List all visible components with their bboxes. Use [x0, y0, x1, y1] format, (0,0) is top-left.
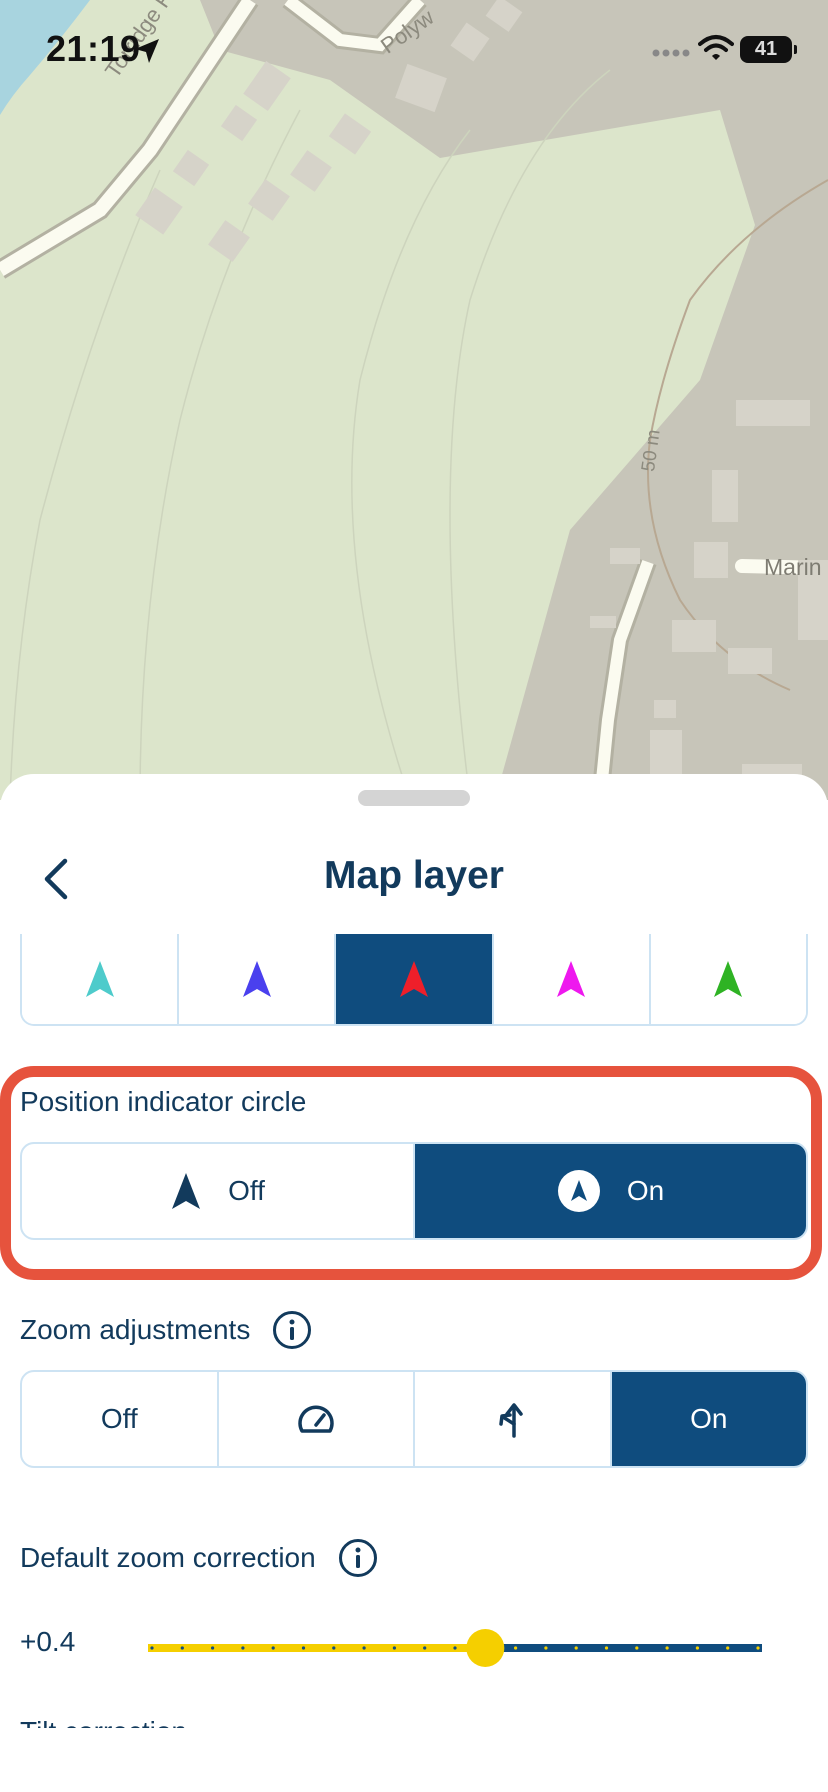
position-indicator-label-text: Position indicator circle	[20, 1086, 307, 1117]
status-bar: 21:19 41	[0, 0, 828, 100]
zoom-adjustments-on-button[interactable]: On	[611, 1372, 806, 1466]
arrow-color-option-blue[interactable]	[179, 934, 337, 1024]
wifi-icon	[698, 35, 734, 60]
zoom-adjustments-off-label: Off	[100, 1403, 138, 1434]
slider-tick	[211, 1646, 215, 1650]
zoom-adjustments-turn-button[interactable]	[415, 1372, 612, 1466]
navigation-arrow-icon	[557, 961, 586, 997]
position-indicator-off-button[interactable]: Off	[22, 1144, 415, 1238]
navigation-arrow-icon	[172, 1173, 201, 1209]
position-indicator-off-label: Off	[228, 1175, 265, 1206]
slider-tick	[695, 1646, 700, 1650]
position-indicator-toggle: Off On	[20, 1142, 808, 1240]
slider-tick	[726, 1646, 730, 1650]
navigation-arrow-icon	[85, 961, 114, 997]
sheet-grabber[interactable]	[358, 790, 470, 806]
cellular-dots-icon	[652, 49, 690, 57]
slider-tick	[332, 1646, 336, 1650]
default-zoom-correction-label: Default zoom correction	[20, 1538, 378, 1578]
slider-tick	[423, 1646, 427, 1650]
navigation-arrow-circle-icon	[557, 1170, 600, 1212]
slider-tick	[180, 1646, 184, 1650]
arrow-color-option-cyan[interactable]	[22, 934, 180, 1024]
navigation-arrow-icon	[242, 961, 271, 997]
slider-thumb[interactable]	[466, 1629, 505, 1667]
zoom-correction-slider[interactable]	[148, 1628, 762, 1668]
slider-tick	[574, 1646, 578, 1650]
slider-tick	[665, 1646, 669, 1650]
arrow-color-option-green[interactable]	[650, 934, 806, 1024]
arrow-color-selector	[20, 934, 808, 1026]
slider-tick	[635, 1646, 639, 1650]
zoom-correction-value: +0.4	[20, 1626, 76, 1657]
slider-tick	[756, 1646, 760, 1650]
page-title: Map layer	[324, 854, 504, 897]
info-icon[interactable]	[272, 1310, 312, 1350]
slider-tick	[544, 1646, 548, 1650]
info-icon[interactable]	[338, 1538, 378, 1578]
slider-tick	[514, 1646, 518, 1650]
speedometer-icon	[298, 1405, 334, 1433]
map-canvas	[0, 0, 828, 800]
position-indicator-label: Position indicator circle	[20, 1086, 306, 1118]
slider-tick	[453, 1646, 457, 1650]
zoom-adjustments-speed-button[interactable]	[219, 1372, 415, 1466]
position-indicator-on-label: On	[626, 1175, 665, 1206]
status-time: 21:19	[46, 28, 141, 69]
zoom-adjustments-label-text: Zoom adjustments	[20, 1314, 251, 1345]
position-indicator-on-button[interactable]: On	[415, 1144, 806, 1238]
arrow-color-option-magenta[interactable]	[493, 934, 651, 1024]
default-zoom-correction-label-text: Default zoom correction	[20, 1542, 316, 1573]
map-view[interactable]: Torridge Road Polyw 50 m Marin	[0, 0, 828, 800]
road-label-marin: Marin	[764, 554, 822, 580]
turn-split-icon	[499, 1403, 523, 1438]
zoom-adjustments-label: Zoom adjustments	[20, 1310, 312, 1350]
slider-tick	[301, 1646, 306, 1650]
slider-tick	[150, 1646, 154, 1650]
slider-tick	[362, 1646, 366, 1650]
slider-tick	[241, 1646, 245, 1650]
navigation-arrow-icon	[400, 961, 428, 997]
zoom-adjustments-off-button[interactable]: Off	[22, 1372, 219, 1466]
slider-tick	[392, 1646, 396, 1650]
tilt-correction-label: Tilt correction	[20, 1712, 187, 1728]
arrow-color-option-red[interactable]	[336, 934, 494, 1024]
battery-icon: 41	[740, 36, 797, 63]
zoom-adjustments-on-label: On	[690, 1403, 728, 1434]
zoom-adjustments-toggle: Off On	[20, 1370, 808, 1468]
location-arrow-icon	[135, 39, 159, 63]
navigation-arrow-icon	[714, 961, 743, 997]
map-layer-sheet: Map layer Position indicator circle Off …	[0, 774, 828, 1792]
slider-tick	[604, 1646, 609, 1650]
slider-tick	[271, 1646, 275, 1650]
